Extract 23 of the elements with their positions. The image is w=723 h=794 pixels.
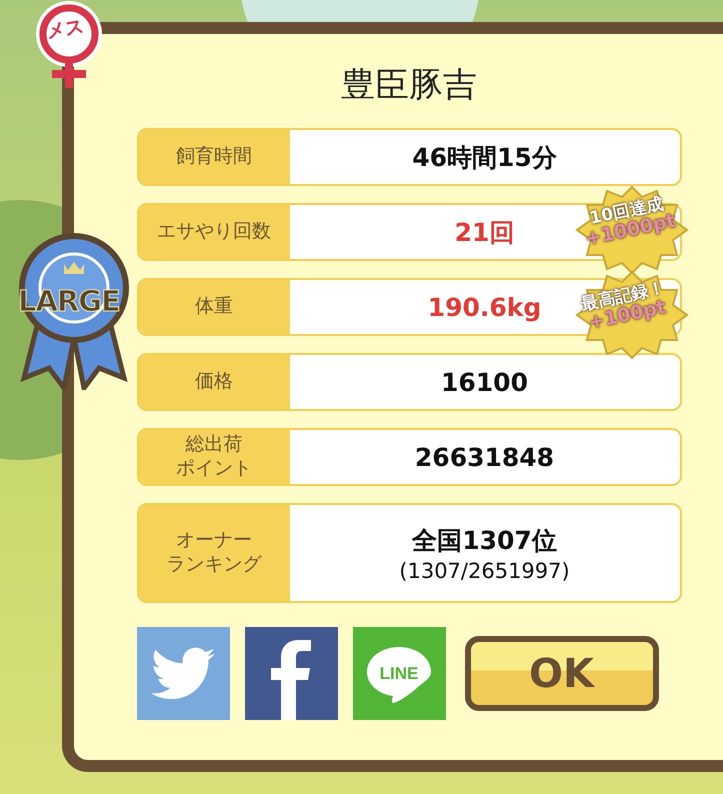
- ok-button[interactable]: OK: [464, 636, 658, 711]
- stat-value: 190.6kg: [428, 292, 542, 322]
- facebook-share-button[interactable]: [244, 627, 338, 720]
- stat-label: エサやり回数: [157, 220, 271, 244]
- stat-subvalue: (1307/2651997): [399, 558, 570, 582]
- stat-value: 16100: [441, 368, 528, 396]
- stat-label: 飼育時間: [176, 145, 252, 169]
- stat-label: ランキング: [166, 553, 262, 577]
- gender-label: メス: [44, 14, 86, 46]
- facebook-logo-icon: [271, 640, 311, 720]
- line-share-button[interactable]: LINE: [352, 627, 446, 720]
- female-symbol-icon: [34, 0, 104, 90]
- stat-label: 価格: [195, 370, 233, 394]
- stat-label: 総出荷: [186, 433, 242, 457]
- stat-label: オーナー: [176, 529, 252, 553]
- bird-icon: [151, 646, 215, 700]
- stat-value: 26631848: [414, 442, 554, 472]
- stat-label: 体重: [195, 295, 233, 319]
- pig-name: 豊臣豚吉: [341, 64, 477, 107]
- stat-label: ポイント: [176, 457, 252, 481]
- stat-value: 全国1307位: [412, 524, 557, 556]
- stat-value: 21回: [454, 216, 514, 248]
- stat-value: 46時間15分: [412, 142, 557, 174]
